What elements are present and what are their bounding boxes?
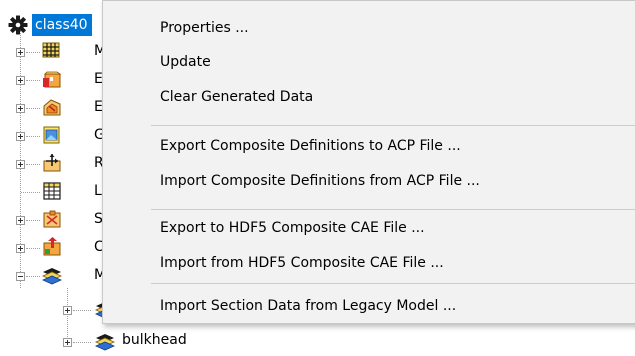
tree-connector: [26, 220, 40, 221]
modeling-groups-icon: [42, 268, 62, 285]
menu-item-clear-generated-data[interactable]: Clear Generated Data: [103, 81, 635, 113]
tree-connector: [26, 136, 40, 137]
menu-separator: [151, 209, 635, 210]
selection-rules-icon: [43, 210, 61, 228]
tree-connector: [21, 192, 40, 193]
collapse-toggle[interactable]: [16, 272, 25, 281]
tree-connector: [26, 108, 40, 109]
expand-toggle[interactable]: [16, 104, 25, 113]
layer-stack-icon: [95, 334, 115, 351]
context-menu: Properties ... Update Clear Generated Da…: [102, 0, 635, 324]
expand-toggle[interactable]: [16, 132, 25, 141]
menu-separator: [151, 125, 635, 126]
tree-connector: [26, 80, 40, 81]
tree-guide-line-child: [67, 288, 68, 343]
edge-sets-icon: [43, 99, 61, 116]
tree-connector: [73, 310, 91, 311]
tree-connector: [73, 342, 91, 343]
menu-item-properties[interactable]: Properties ...: [103, 12, 635, 44]
tree-node-label[interactable]: L: [94, 180, 102, 202]
rosettes-icon: [43, 154, 61, 172]
application-window: class40 M E E G R L S C M bulkhead Prope…: [0, 0, 635, 356]
expand-toggle[interactable]: [16, 76, 25, 85]
element-sets-icon: [43, 71, 62, 88]
menu-item-export-acp[interactable]: Export Composite Definitions to ACP File…: [103, 130, 635, 162]
menu-item-import-acp[interactable]: Import Composite Definitions from ACP Fi…: [103, 165, 635, 197]
menu-item-import-hdf5[interactable]: Import from HDF5 Composite CAE File ...: [103, 247, 635, 279]
lookup-table-icon: [43, 182, 61, 200]
menu-item-export-hdf5[interactable]: Export to HDF5 Composite CAE File ...: [103, 212, 635, 244]
tree-connector: [26, 52, 40, 53]
expand-toggle[interactable]: [63, 338, 72, 347]
menu-separator: [151, 283, 635, 284]
tree-connector: [26, 248, 40, 249]
menu-item-update[interactable]: Update: [103, 46, 635, 78]
oriented-sets-icon: [43, 237, 61, 256]
expand-toggle[interactable]: [16, 244, 25, 253]
tree-connector: [26, 276, 40, 277]
tree-connector: [26, 164, 40, 165]
expand-toggle[interactable]: [16, 160, 25, 169]
expand-toggle[interactable]: [16, 48, 25, 57]
mesh-icon: [42, 42, 60, 58]
tree-root-label[interactable]: class40: [32, 14, 92, 36]
menu-item-import-section-data[interactable]: Import Section Data from Legacy Model ..…: [103, 290, 635, 322]
tree-node-label[interactable]: bulkhead: [122, 329, 187, 351]
geometry-icon: [43, 126, 60, 144]
expand-toggle[interactable]: [63, 306, 72, 315]
expand-toggle[interactable]: [16, 216, 25, 225]
gear-icon: [8, 15, 28, 35]
